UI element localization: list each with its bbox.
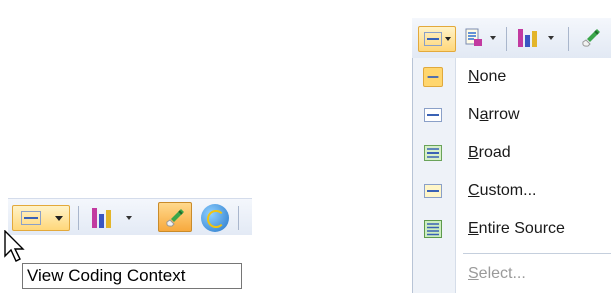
coding-stripes-button[interactable] bbox=[516, 26, 562, 52]
menu-separator bbox=[463, 253, 611, 254]
chevron-down-icon bbox=[490, 36, 496, 40]
coding-context-menu: None Narrow Broad Custom... Entire Sourc… bbox=[412, 58, 611, 293]
menu-item-select: Select... bbox=[413, 255, 611, 293]
coding-context-broad-icon bbox=[424, 145, 442, 161]
coding-context-dropdown-button[interactable] bbox=[418, 26, 456, 52]
chevron-down-icon bbox=[55, 216, 63, 221]
menu-item-narrow[interactable]: Narrow bbox=[413, 96, 611, 134]
coding-toolbar bbox=[8, 198, 252, 235]
toolbar-separator bbox=[506, 27, 507, 51]
tooltip: View Coding Context bbox=[22, 263, 242, 289]
coding-context-dropdown-button[interactable] bbox=[12, 205, 70, 231]
menu-item-none[interactable]: None bbox=[413, 58, 611, 96]
menu-item-label: Entire Source bbox=[468, 220, 565, 237]
coding-context-none-icon bbox=[423, 67, 443, 87]
coding-stripes-icon bbox=[518, 29, 540, 47]
highlight-brush-icon bbox=[166, 209, 184, 227]
menu-item-label: Select... bbox=[468, 265, 526, 282]
mouse-cursor-icon bbox=[4, 230, 25, 262]
menu-item-label: None bbox=[468, 68, 507, 85]
document-button[interactable] bbox=[462, 26, 502, 52]
menu-item-entire-source[interactable]: Entire Source bbox=[413, 210, 611, 248]
menu-item-custom[interactable]: Custom... bbox=[413, 172, 611, 210]
coding-toolbar-top bbox=[412, 18, 611, 59]
menu-item-label: Custom... bbox=[468, 182, 537, 199]
web-globe-icon[interactable] bbox=[201, 204, 229, 232]
chevron-down-icon bbox=[445, 37, 451, 41]
coding-context-custom-icon bbox=[424, 184, 442, 198]
toolbar-separator bbox=[238, 206, 239, 230]
coding-context-entire-source-icon bbox=[424, 220, 442, 238]
coding-context-icon bbox=[21, 211, 41, 225]
chevron-down-icon bbox=[548, 36, 554, 40]
menu-item-label: Narrow bbox=[468, 106, 520, 123]
toolbar-separator bbox=[568, 27, 569, 51]
chevron-down-icon bbox=[126, 216, 132, 220]
toolbar-separator bbox=[78, 206, 79, 230]
coding-context-icon bbox=[424, 32, 442, 46]
document-icon bbox=[465, 28, 482, 46]
highlight-brush-icon[interactable] bbox=[580, 27, 602, 49]
coding-stripes-button[interactable] bbox=[88, 204, 146, 232]
coding-context-narrow-icon bbox=[424, 108, 442, 122]
menu-item-label: Broad bbox=[468, 144, 511, 161]
menu-item-broad[interactable]: Broad bbox=[413, 134, 611, 172]
highlight-coding-button[interactable] bbox=[158, 202, 192, 232]
coding-stripes-icon bbox=[92, 208, 116, 228]
